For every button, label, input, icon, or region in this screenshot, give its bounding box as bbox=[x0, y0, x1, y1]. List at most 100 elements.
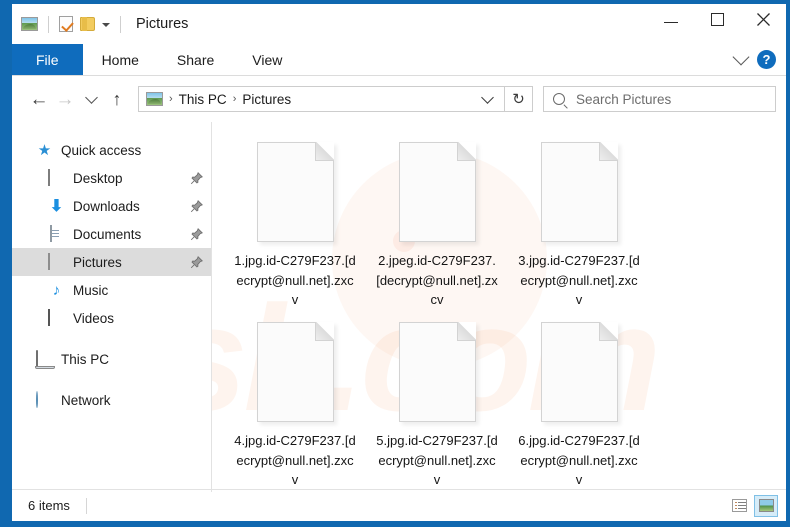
file-item[interactable]: 2.jpeg.id-C279F237.[decrypt@null.net].zx… bbox=[366, 136, 508, 316]
quick-access-toolbar bbox=[12, 15, 124, 33]
search-icon bbox=[553, 93, 565, 105]
help-button[interactable]: ? bbox=[757, 50, 776, 69]
details-view-icon bbox=[731, 499, 747, 512]
window-title: Pictures bbox=[136, 16, 189, 32]
desktop-icon bbox=[48, 168, 65, 187]
close-icon bbox=[756, 13, 770, 26]
status-bar: 6 items bbox=[12, 489, 786, 521]
refresh-icon: ↻ bbox=[512, 91, 525, 108]
sidebar-item-documents[interactable]: Documents bbox=[12, 220, 211, 248]
tab-view[interactable]: View bbox=[233, 44, 301, 75]
minimize-icon bbox=[664, 22, 678, 23]
ribbon-right-controls: ? bbox=[732, 44, 780, 75]
status-divider bbox=[85, 497, 87, 514]
customize-qat-icon[interactable] bbox=[102, 23, 110, 27]
breadcrumb-pictures[interactable]: Pictures bbox=[242, 92, 291, 107]
tab-file[interactable]: File bbox=[12, 44, 83, 75]
network-icon bbox=[36, 390, 53, 409]
new-folder-icon[interactable] bbox=[80, 17, 95, 31]
file-item[interactable]: 3.jpg.id-C279F237.[decrypt@null.net].zxc… bbox=[508, 136, 650, 316]
pictures-icon bbox=[48, 252, 65, 271]
window-controls bbox=[648, 4, 786, 35]
sidebar-item-label: Documents bbox=[73, 226, 142, 242]
blank-file-icon bbox=[398, 142, 476, 242]
folder-picture-icon[interactable] bbox=[21, 17, 38, 31]
title-bar: Pictures bbox=[12, 4, 786, 44]
back-arrow-icon: ← bbox=[29, 88, 49, 110]
window-client-area: Pictures File Home Share View ? ← → ↑ › … bbox=[12, 4, 786, 521]
up-button[interactable]: ↑ bbox=[104, 86, 130, 112]
download-icon: ⬇ bbox=[49, 197, 64, 215]
file-grid: 1.jpg.id-C279F237.[decrypt@null.net].zxc… bbox=[212, 122, 786, 492]
explorer-body: ★ Quick access Desktop ⬇ Downloads Docum… bbox=[12, 122, 786, 492]
sidebar-item-network[interactable]: Network bbox=[12, 386, 211, 414]
tab-share[interactable]: Share bbox=[158, 44, 233, 75]
search-input[interactable]: Search Pictures bbox=[543, 86, 776, 112]
breadcrumb-this-pc[interactable]: This PC bbox=[179, 92, 227, 107]
breadcrumb: › This PC › Pictures bbox=[146, 92, 483, 107]
qat-divider-2 bbox=[120, 15, 121, 33]
large-icons-view-button[interactable] bbox=[754, 494, 778, 517]
large-icons-view-icon bbox=[758, 499, 774, 512]
pin-icon[interactable] bbox=[190, 227, 203, 241]
blank-file-icon bbox=[256, 142, 334, 242]
file-item[interactable]: 5.jpg.id-C279F237.[decrypt@null.net].zxc… bbox=[366, 316, 508, 492]
blank-file-icon bbox=[256, 322, 334, 422]
address-bar[interactable]: › This PC › Pictures bbox=[138, 86, 505, 112]
close-button[interactable] bbox=[740, 4, 786, 35]
refresh-button[interactable]: ↻ bbox=[505, 86, 533, 112]
qat-divider-1 bbox=[48, 15, 49, 33]
sidebar-item-label: Music bbox=[73, 282, 109, 298]
maximize-button[interactable] bbox=[694, 4, 740, 35]
chevron-down-icon bbox=[84, 90, 98, 104]
minimize-button[interactable] bbox=[648, 4, 694, 35]
sidebar-item-label: Pictures bbox=[73, 254, 122, 270]
maximize-icon bbox=[710, 13, 724, 26]
sidebar-item-pictures[interactable]: Pictures bbox=[12, 248, 211, 276]
video-icon bbox=[48, 308, 65, 327]
pin-icon[interactable] bbox=[190, 255, 203, 269]
up-arrow-icon: ↑ bbox=[112, 89, 122, 109]
file-name-label: 5.jpg.id-C279F237.[decrypt@null.net].zxc… bbox=[376, 433, 498, 487]
file-name-label: 6.jpg.id-C279F237.[decrypt@null.net].zxc… bbox=[518, 433, 640, 487]
expand-ribbon-icon[interactable] bbox=[732, 48, 750, 66]
sidebar-item-quick-access[interactable]: ★ Quick access bbox=[12, 136, 211, 164]
details-view-button[interactable] bbox=[727, 495, 751, 517]
this-pc-icon bbox=[36, 349, 53, 368]
sidebar-item-label: Desktop bbox=[73, 170, 123, 186]
sidebar-item-label: Network bbox=[61, 392, 111, 408]
navigation-pane: ★ Quick access Desktop ⬇ Downloads Docum… bbox=[12, 122, 212, 492]
pin-icon[interactable] bbox=[190, 171, 203, 185]
file-item[interactable]: 4.jpg.id-C279F237.[decrypt@null.net].zxc… bbox=[224, 316, 366, 492]
file-name-label: 1.jpg.id-C279F237.[decrypt@null.net].zxc… bbox=[234, 253, 356, 307]
ribbon-tab-bar: File Home Share View ? bbox=[12, 44, 786, 76]
music-icon: ♪ bbox=[52, 281, 61, 299]
file-item[interactable]: 1.jpg.id-C279F237.[decrypt@null.net].zxc… bbox=[224, 136, 366, 316]
sidebar-item-desktop[interactable]: Desktop bbox=[12, 164, 211, 192]
file-item[interactable]: 6.jpg.id-C279F237.[decrypt@null.net].zxc… bbox=[508, 316, 650, 492]
forward-button[interactable]: → bbox=[52, 86, 78, 112]
address-dropdown-icon[interactable] bbox=[481, 90, 494, 104]
document-icon bbox=[48, 224, 65, 243]
address-picture-icon bbox=[146, 92, 163, 106]
blank-file-icon bbox=[540, 322, 618, 422]
search-placeholder: Search Pictures bbox=[576, 91, 672, 107]
forward-arrow-icon: → bbox=[55, 88, 75, 110]
blank-file-icon bbox=[398, 322, 476, 422]
explorer-window: Pictures File Home Share View ? ← → ↑ › … bbox=[0, 0, 790, 527]
file-list-view[interactable]: risk.com 1.jpg.id-C279F237.[decrypt@null… bbox=[212, 122, 786, 492]
sidebar-item-videos[interactable]: Videos bbox=[12, 304, 211, 332]
sidebar-item-music[interactable]: ♪ Music bbox=[12, 276, 211, 304]
sidebar-item-this-pc[interactable]: This PC bbox=[12, 345, 211, 373]
file-name-label: 3.jpg.id-C279F237.[decrypt@null.net].zxc… bbox=[518, 253, 640, 307]
sidebar-item-label: Quick access bbox=[61, 142, 142, 158]
recent-locations-button[interactable] bbox=[78, 86, 104, 112]
pin-icon[interactable] bbox=[190, 199, 203, 213]
sidebar-item-downloads[interactable]: ⬇ Downloads bbox=[12, 192, 211, 220]
back-button[interactable]: ← bbox=[26, 86, 52, 112]
item-count-label: 6 items bbox=[28, 498, 70, 513]
star-icon: ★ bbox=[37, 141, 52, 159]
file-name-label: 2.jpeg.id-C279F237.[decrypt@null.net].zx… bbox=[376, 253, 498, 307]
properties-icon[interactable] bbox=[59, 16, 73, 32]
tab-home[interactable]: Home bbox=[83, 44, 158, 75]
